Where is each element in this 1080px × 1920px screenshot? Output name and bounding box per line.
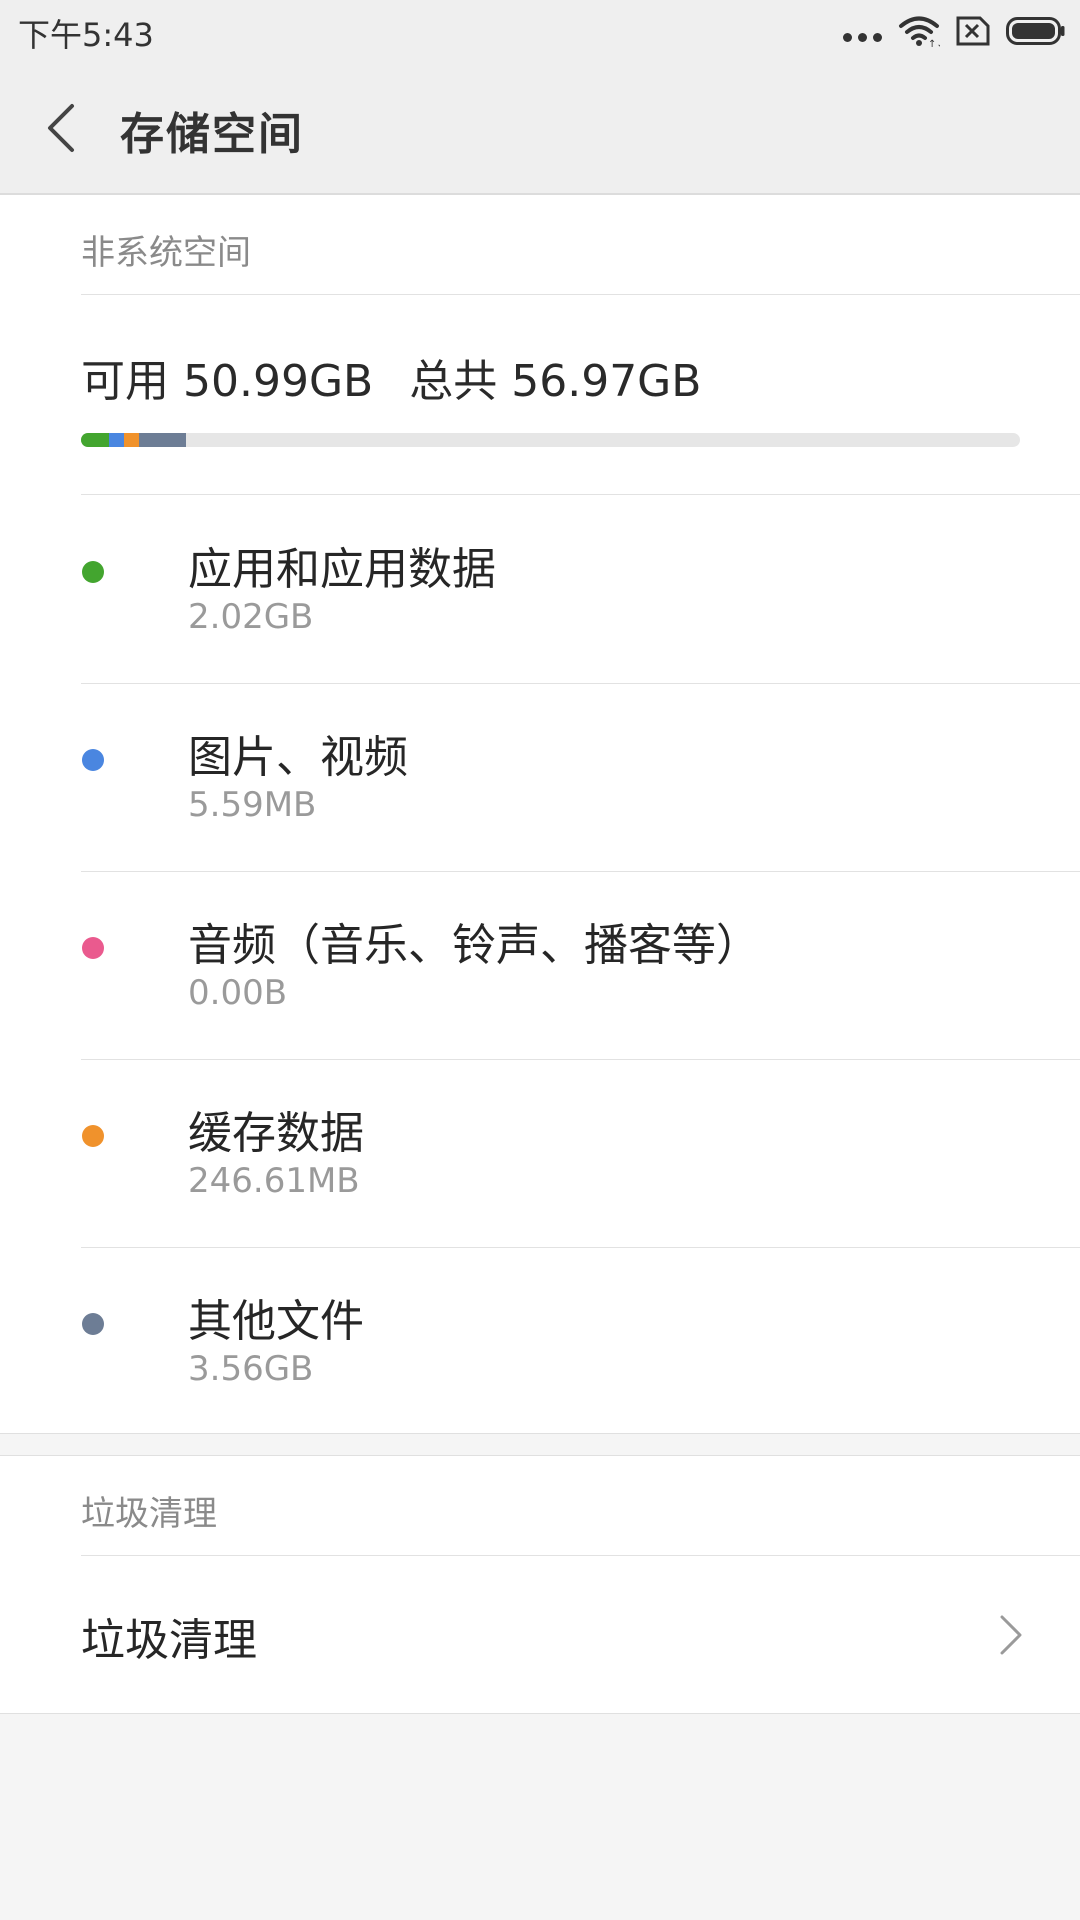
item-size: 5.59MB bbox=[188, 785, 317, 825]
storage-item-audio[interactable]: 音频（音乐、铃声、播客等） 0.00B bbox=[0, 871, 1080, 1059]
storage-summary: 可用 50.99GB 总共 56.97GB bbox=[81, 345, 701, 409]
usage-segment bbox=[138, 433, 186, 447]
usage-segment bbox=[108, 433, 125, 447]
status-bar: 下午5:43 ↑↓ bbox=[0, 0, 1080, 62]
color-dot bbox=[82, 749, 104, 771]
item-size: 246.61MB bbox=[188, 1161, 360, 1201]
more-dots-icon bbox=[843, 21, 882, 42]
item-size: 3.56GB bbox=[188, 1349, 314, 1389]
svg-text:↑↓: ↑↓ bbox=[928, 39, 940, 48]
battery-icon bbox=[1006, 17, 1065, 45]
status-time: 下午5:43 bbox=[18, 16, 154, 54]
storage-item-apps[interactable]: 应用和应用数据 2.02GB bbox=[0, 495, 1080, 683]
storage-page: 下午5:43 ↑↓ 存储空间 bbox=[0, 0, 1080, 1920]
no-sim-icon bbox=[956, 16, 990, 46]
wifi-icon: ↑↓ bbox=[899, 16, 940, 48]
status-icons: ↑↓ bbox=[843, 12, 1066, 50]
divider bbox=[81, 294, 1080, 295]
storage-item-cache[interactable]: 缓存数据 246.61MB bbox=[0, 1059, 1080, 1247]
title-bar: 存储空间 bbox=[0, 62, 1080, 195]
item-label: 其他文件 bbox=[188, 1296, 364, 1347]
item-label: 缓存数据 bbox=[188, 1108, 364, 1159]
color-dot bbox=[82, 1125, 104, 1147]
total-space: 总共 56.97GB bbox=[409, 356, 702, 407]
color-dot bbox=[82, 937, 104, 959]
cleanup-label: 垃圾清理 bbox=[81, 1615, 257, 1666]
item-label: 应用和应用数据 bbox=[188, 544, 496, 595]
section-header-non-system: 非系统空间 bbox=[81, 233, 251, 273]
item-label: 音频（音乐、铃声、播客等） bbox=[188, 920, 760, 971]
item-size: 0.00B bbox=[188, 973, 288, 1013]
available-space: 可用 50.99GB bbox=[81, 356, 374, 407]
storage-item-other-files[interactable]: 其他文件 3.56GB bbox=[0, 1247, 1080, 1435]
page-title: 存储空间 bbox=[120, 109, 304, 160]
item-label: 图片、视频 bbox=[188, 732, 408, 783]
usage-segment bbox=[81, 433, 109, 447]
item-size: 2.02GB bbox=[188, 597, 314, 637]
chevron-right-icon bbox=[1000, 1615, 1022, 1655]
storage-card: 非系统空间 可用 50.99GB 总共 56.97GB 应用和应用数据 2.02G… bbox=[0, 195, 1080, 1434]
color-dot bbox=[82, 1313, 104, 1335]
back-arrow-icon[interactable] bbox=[36, 98, 92, 158]
cleanup-row[interactable]: 垃圾清理 bbox=[0, 1556, 1080, 1713]
section-header-cleanup: 垃圾清理 bbox=[81, 1494, 217, 1534]
storage-item-photos-videos[interactable]: 图片、视频 5.59MB bbox=[0, 683, 1080, 871]
storage-usage-bar bbox=[81, 433, 1020, 447]
cleanup-card: 垃圾清理 垃圾清理 bbox=[0, 1455, 1080, 1714]
usage-segment bbox=[124, 433, 139, 447]
color-dot bbox=[82, 561, 104, 583]
